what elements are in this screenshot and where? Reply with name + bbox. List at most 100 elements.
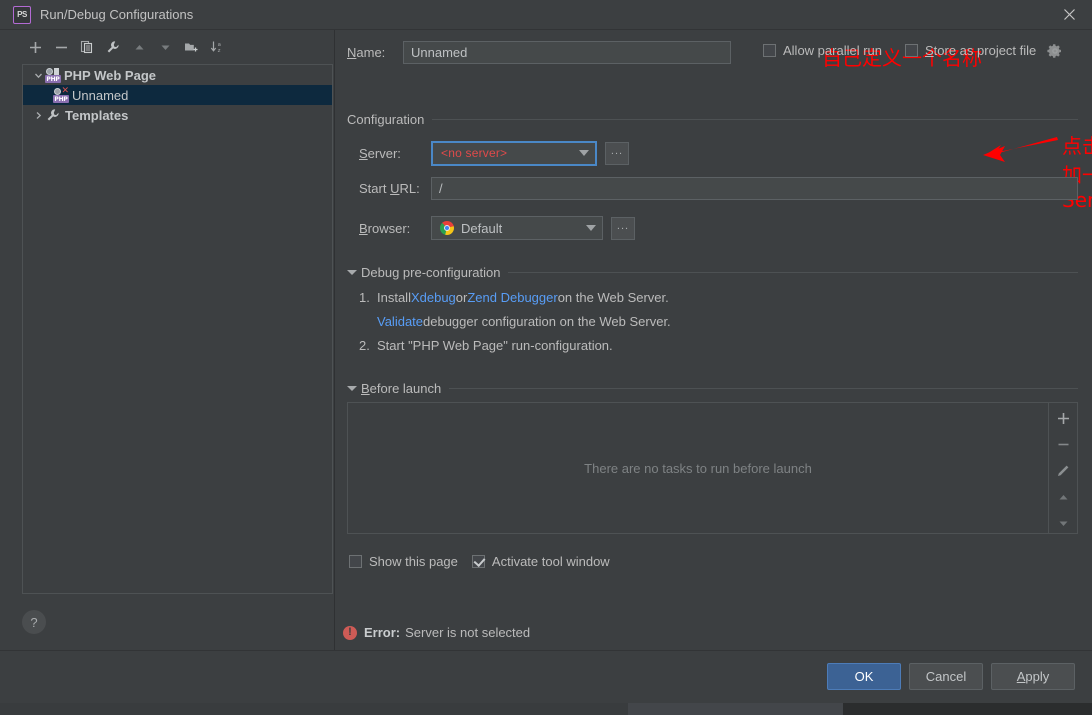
start-url-row: Start URL: /	[359, 175, 1078, 201]
debug-step-1-suffix: on the Web Server.	[557, 290, 669, 305]
chevron-down-icon[interactable]	[347, 268, 357, 277]
browser-label: Browser:	[359, 220, 411, 236]
help-button[interactable]: ?	[22, 610, 46, 634]
debug-preconfiguration-list: 1. Install Xdebug or Zend Debugger on th…	[359, 286, 1078, 358]
store-as-project-file-checkbox-box[interactable]	[905, 44, 918, 57]
chevron-down-icon[interactable]	[347, 384, 357, 393]
debug-preconfiguration-header[interactable]: Debug pre-configuration	[347, 265, 1078, 280]
allow-parallel-run-checkbox[interactable]: Allow parallel run	[763, 43, 882, 58]
edit-task-button[interactable]	[1053, 462, 1073, 480]
tree-item-templates[interactable]: Templates	[23, 105, 332, 125]
arrow-up-icon	[135, 44, 143, 49]
activate-tool-window-label: Activate tool window	[491, 554, 610, 569]
gear-glyph	[1047, 44, 1061, 58]
cancel-button[interactable]: Cancel	[909, 663, 983, 690]
ide-strip-segment	[628, 703, 843, 715]
annotation-arrow-server	[983, 137, 1058, 162]
start-url-input[interactable]: /	[431, 176, 1078, 200]
add-configuration-button[interactable]	[22, 36, 48, 58]
ide-strip-segment	[0, 703, 628, 715]
remove-configuration-button[interactable]	[48, 36, 74, 58]
tree-toolbar: a z	[0, 34, 334, 60]
server-label: Server:	[359, 145, 401, 161]
show-this-page-checkbox-box[interactable]	[349, 555, 362, 568]
php-web-page-error-icon: ✕ PHP	[53, 85, 69, 103]
ide-strip-segment	[843, 703, 1092, 715]
error-word: Error:	[364, 625, 401, 640]
move-task-down-button[interactable]	[1053, 515, 1073, 533]
wrench-icon	[107, 41, 119, 53]
activate-tool-window-checkbox-box[interactable]	[471, 555, 485, 568]
allow-parallel-run-checkbox-box[interactable]	[763, 44, 776, 57]
chevron-right-icon[interactable]	[31, 111, 45, 120]
section-divider	[508, 272, 1078, 273]
pencil-icon	[1058, 465, 1069, 477]
chevron-down-icon[interactable]	[31, 71, 45, 80]
configurations-pane: a z PHP PHP Web Page ✕ PHP Unnamed Templ…	[0, 30, 335, 650]
debug-step-1-prefix: Install	[377, 290, 411, 305]
error-message: ! Error: Server is not selected	[343, 625, 530, 640]
tree-item-label: Unnamed	[72, 87, 129, 103]
tree-item-label: Templates	[65, 107, 129, 123]
show-this-page-label: Show this page	[369, 554, 458, 569]
debug-preconfiguration-title: Debug pre-configuration	[361, 265, 501, 280]
tree-item-unnamed[interactable]: ✕ PHP Unnamed	[23, 85, 332, 105]
new-folder-icon	[184, 43, 197, 52]
plus-icon	[1057, 412, 1069, 424]
help-row: ?	[0, 594, 334, 650]
server-dropdown[interactable]: <no server>	[431, 140, 597, 166]
ok-button[interactable]: OK	[827, 663, 901, 690]
window-title: Run/Debug Configurations	[40, 7, 194, 22]
section-divider	[449, 388, 1078, 389]
chevron-down-icon	[584, 221, 598, 235]
browser-dropdown[interactable]: Default	[431, 216, 603, 240]
debug-step-1-number: 1.	[359, 290, 370, 305]
before-launch-header[interactable]: Before launch	[347, 381, 1078, 396]
before-launch-panel: There are no tasks to run before launch	[347, 402, 1078, 534]
store-as-project-file-label: Store as project file	[925, 43, 1037, 58]
remove-task-button[interactable]	[1053, 435, 1073, 453]
copy-configuration-button[interactable]	[74, 36, 100, 58]
debug-step-2: 2. Start "PHP Web Page" run-configuratio…	[359, 334, 1078, 358]
debug-step-1: 1. Install Xdebug or Zend Debugger on th…	[359, 286, 1078, 310]
configuration-section-header: Configuration	[347, 112, 1078, 127]
validate-link[interactable]: Validate	[377, 310, 423, 334]
arrow-up-icon	[1059, 494, 1067, 500]
app-badge-label: PS	[17, 10, 27, 19]
wrench-icon	[45, 107, 61, 123]
move-task-up-button[interactable]	[1053, 488, 1073, 506]
minus-icon	[55, 46, 67, 48]
move-into-folder-button[interactable]	[178, 36, 204, 58]
configuration-editor-pane: Name: Unnamed 自己定义一个名称 Allow parallel ru…	[335, 30, 1092, 650]
debug-validate-text: debugger configuration on the Web Server…	[423, 314, 671, 329]
debug-step-2-number: 2.	[359, 338, 370, 353]
move-up-button[interactable]	[126, 36, 152, 58]
gear-icon[interactable]	[1047, 43, 1063, 59]
chrome-icon	[440, 221, 454, 235]
server-dropdown-value: <no server>	[441, 146, 508, 160]
move-down-button[interactable]	[152, 36, 178, 58]
sort-configurations-button[interactable]: a z	[204, 36, 230, 58]
before-launch-title: Before launch	[361, 381, 442, 396]
apply-button[interactable]: Apply	[991, 663, 1075, 690]
add-task-button[interactable]	[1053, 409, 1073, 427]
store-as-project-file-checkbox[interactable]: Store as project file	[905, 43, 1036, 58]
activate-tool-window-checkbox[interactable]: Activate tool window	[471, 554, 610, 569]
server-browse-button[interactable]: ...	[605, 141, 629, 165]
name-label: Name:	[347, 44, 386, 60]
error-icon: !	[343, 625, 357, 640]
phpstorm-app-icon: PS	[13, 5, 31, 24]
zend-debugger-link[interactable]: Zend Debugger	[467, 286, 557, 310]
edit-templates-button[interactable]	[100, 36, 126, 58]
before-launch-empty-text: There are no tasks to run before launch	[584, 460, 812, 476]
start-url-label: Start URL:	[359, 180, 420, 196]
show-this-page-checkbox[interactable]: Show this page	[349, 554, 458, 569]
tree-item-php-web-page[interactable]: PHP PHP Web Page	[23, 65, 332, 85]
configurations-tree[interactable]: PHP PHP Web Page ✕ PHP Unnamed Templates	[22, 64, 333, 594]
close-icon[interactable]	[1046, 0, 1092, 29]
xdebug-link[interactable]: Xdebug	[411, 286, 456, 310]
dialog-footer: OK Cancel Apply	[0, 650, 1092, 703]
browser-dropdown-value: Default	[461, 220, 503, 236]
browser-browse-button[interactable]: ...	[611, 216, 635, 240]
name-input[interactable]: Unnamed	[403, 40, 731, 64]
